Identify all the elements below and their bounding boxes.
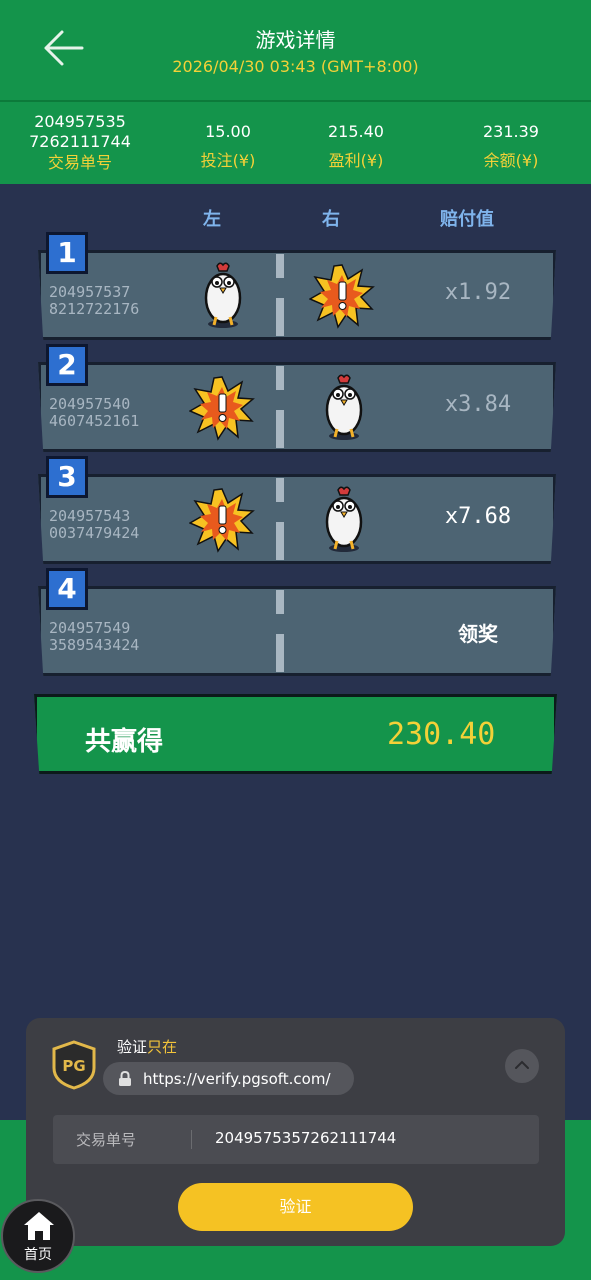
home-button[interactable]: 首页 — [1, 1199, 75, 1273]
verify-only-label: 验证只在 — [117, 1036, 177, 1057]
lane-divider — [276, 522, 284, 560]
lane-divider — [276, 590, 284, 614]
home-label: 首页 — [24, 1247, 52, 1263]
bet-summary: 15.00 投注(¥) — [178, 122, 278, 172]
collect-reward-label: 领奖 — [458, 622, 498, 646]
round-row: 3 204957543 0037479424 x7.68 — [38, 456, 556, 564]
lane-divider — [276, 410, 284, 448]
balance-summary: 231.39 余额(¥) — [461, 122, 561, 172]
verify-url-link[interactable]: https://verify.pgsoft.com/ — [103, 1062, 354, 1095]
profit-label: 盈利(¥) — [328, 151, 384, 170]
verify-panel: PG 验证只在 https://verify.pgsoft.com/ 交易单号 … — [26, 1018, 565, 1246]
header-bar: 游戏详情 2026/04/30 03:43 (GMT+8:00) — [0, 0, 591, 100]
verify-label-accent: 只在 — [147, 1038, 178, 1056]
total-win-value: 230.40 — [387, 717, 496, 752]
lane-divider — [276, 634, 284, 672]
explosion-icon — [189, 376, 255, 441]
chicken-icon — [204, 262, 242, 328]
round-id-line2: 8212722176 — [49, 300, 140, 318]
round-number-badge: 4 — [46, 568, 88, 610]
pg-logo-icon: PG — [52, 1040, 96, 1090]
round-id: 204957549 3589543424 — [49, 620, 139, 654]
odds-value: x1.92 — [444, 280, 512, 305]
column-odds-header: 赔付值 — [440, 209, 494, 230]
transaction-label: 交易单号 — [47, 153, 112, 172]
transaction-id-label: 交易单号 — [76, 1131, 137, 1149]
round-number-badge: 3 — [46, 456, 88, 498]
balance-label: 余额(¥) — [483, 151, 539, 170]
column-right-header: 右 — [322, 209, 340, 230]
lane-divider — [276, 478, 284, 502]
total-win-label: 共赢得 — [85, 727, 164, 757]
round-id: 204957537 8212722176 — [49, 284, 139, 318]
odds-value: x3.84 — [444, 392, 512, 417]
round-id-line2: 0037479424 — [49, 524, 140, 542]
transaction-summary: 204957535 7262111744 交易单号 — [20, 112, 140, 174]
odds-value: x7.68 — [444, 504, 512, 529]
bet-label: 投注(¥) — [200, 151, 256, 170]
transaction-id-field: 交易单号 2049575357262111744 — [53, 1115, 539, 1164]
transaction-id-line2: 7262111744 — [29, 132, 131, 151]
lane-divider — [276, 366, 284, 390]
round-id-line2: 4607452161 — [49, 412, 140, 430]
round-id-line1: 204957540 — [49, 395, 131, 413]
explosion-icon — [309, 264, 375, 329]
lock-icon — [119, 1071, 131, 1086]
round-id-line2: 3589543424 — [49, 636, 140, 654]
round-number-badge: 1 — [46, 232, 88, 274]
lane-divider — [276, 254, 284, 278]
column-left-header: 左 — [203, 209, 221, 230]
game-datetime: 2026/04/30 03:43 (GMT+8:00) — [172, 57, 419, 76]
round-id-line1: 204957537 — [49, 283, 131, 301]
chicken-icon — [325, 374, 363, 440]
lane-divider — [276, 298, 284, 336]
field-divider — [191, 1130, 192, 1149]
round-id-line1: 204957543 — [49, 507, 131, 525]
round-id: 204957540 4607452161 — [49, 396, 139, 430]
profit-value: 215.40 — [328, 122, 384, 141]
profit-summary: 215.40 盈利(¥) — [306, 122, 406, 172]
chevron-up-icon — [515, 1060, 529, 1069]
verify-label-prefix: 验证 — [117, 1038, 148, 1056]
home-icon — [24, 1212, 54, 1240]
round-id-line1: 204957549 — [49, 619, 131, 637]
round-row: 1 204957537 8212722176 x1.92 — [38, 232, 556, 340]
verify-url: https://verify.pgsoft.com/ — [143, 1070, 331, 1088]
chicken-icon — [325, 486, 363, 552]
page-title: 游戏详情 — [255, 28, 336, 52]
bet-value: 15.00 — [205, 122, 251, 141]
transaction-id-value: 2049575357262111744 — [215, 1129, 397, 1147]
total-win-bar: 共赢得 230.40 — [34, 694, 557, 774]
verify-button[interactable]: 验证 — [178, 1183, 413, 1231]
round-row: 4 204957549 3589543424 领奖 — [38, 568, 556, 676]
pg-logo-text: PG — [62, 1057, 85, 1075]
collapse-button[interactable] — [505, 1049, 539, 1083]
explosion-icon — [189, 488, 255, 553]
round-row: 2 204957540 4607452161 x3.84 — [38, 344, 556, 452]
round-number-badge: 2 — [46, 344, 88, 386]
balance-value: 231.39 — [483, 122, 539, 141]
summary-bar: 204957535 7262111744 交易单号 15.00 投注(¥) 21… — [0, 100, 591, 184]
transaction-id-line1: 204957535 — [34, 112, 126, 131]
round-id: 204957543 0037479424 — [49, 508, 139, 542]
